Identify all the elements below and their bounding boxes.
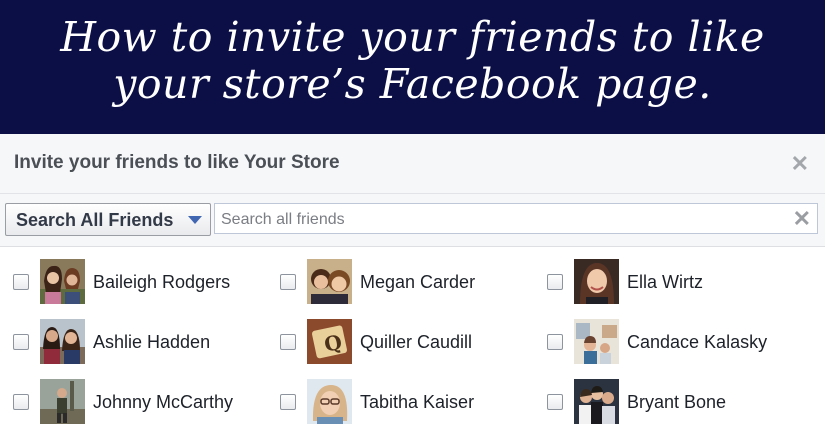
friend-checkbox[interactable] — [280, 334, 296, 350]
friend-filter-dropdown[interactable]: Search All Friends — [5, 203, 211, 236]
avatar — [40, 259, 85, 304]
friend-name: Ashlie Hadden — [93, 332, 211, 352]
caret-down-icon — [188, 216, 202, 224]
friend-list: Baileigh Rodgers Megan Carder Ella Wirtz… — [0, 247, 825, 433]
close-icon[interactable]: ✕ — [791, 151, 809, 177]
friend-name: Baileigh Rodgers — [93, 272, 231, 292]
avatar — [574, 319, 619, 364]
banner-title-line-1: How to invite your friends to like — [60, 13, 765, 61]
avatar: Q — [307, 319, 352, 364]
friend-name: Tabitha Kaiser — [360, 392, 475, 412]
friend-checkbox[interactable] — [280, 274, 296, 290]
friend-checkbox[interactable] — [547, 334, 563, 350]
friend-checkbox[interactable] — [547, 394, 563, 410]
friend-search-box: ✕ — [214, 203, 818, 234]
friend-filter-label: Search All Friends — [16, 210, 174, 230]
dialog-header: Invite your friends to like Your Store ✕ — [0, 134, 825, 194]
friend-name: Candace Kalasky — [627, 332, 768, 352]
friend-checkbox[interactable] — [13, 394, 29, 410]
avatar — [307, 259, 352, 304]
friend-checkbox[interactable] — [547, 274, 563, 290]
friend-filter-bar: Search All Friends ✕ — [0, 194, 825, 247]
banner-title-line-2: your store’s Facebook page. — [113, 60, 712, 108]
avatar — [574, 379, 619, 424]
friend-name: Megan Carder — [360, 272, 476, 292]
friend-checkbox[interactable] — [13, 334, 29, 350]
friend-search-input[interactable] — [219, 208, 783, 232]
avatar — [574, 259, 619, 304]
friend-name: Quiller Caudill — [360, 332, 473, 352]
friend-checkbox[interactable] — [280, 394, 296, 410]
avatar — [40, 319, 85, 364]
friend-checkbox[interactable] — [13, 274, 29, 290]
title-banner: How to invite your friends to like your … — [0, 0, 825, 134]
avatar — [40, 379, 85, 424]
friend-name: Bryant Bone — [627, 392, 727, 412]
friend-name: Ella Wirtz — [627, 272, 703, 292]
dialog-title: Invite your friends to like Your Store — [14, 152, 340, 173]
clear-icon[interactable]: ✕ — [793, 206, 811, 232]
avatar — [307, 379, 352, 424]
friend-name: Johnny McCarthy — [93, 392, 234, 412]
